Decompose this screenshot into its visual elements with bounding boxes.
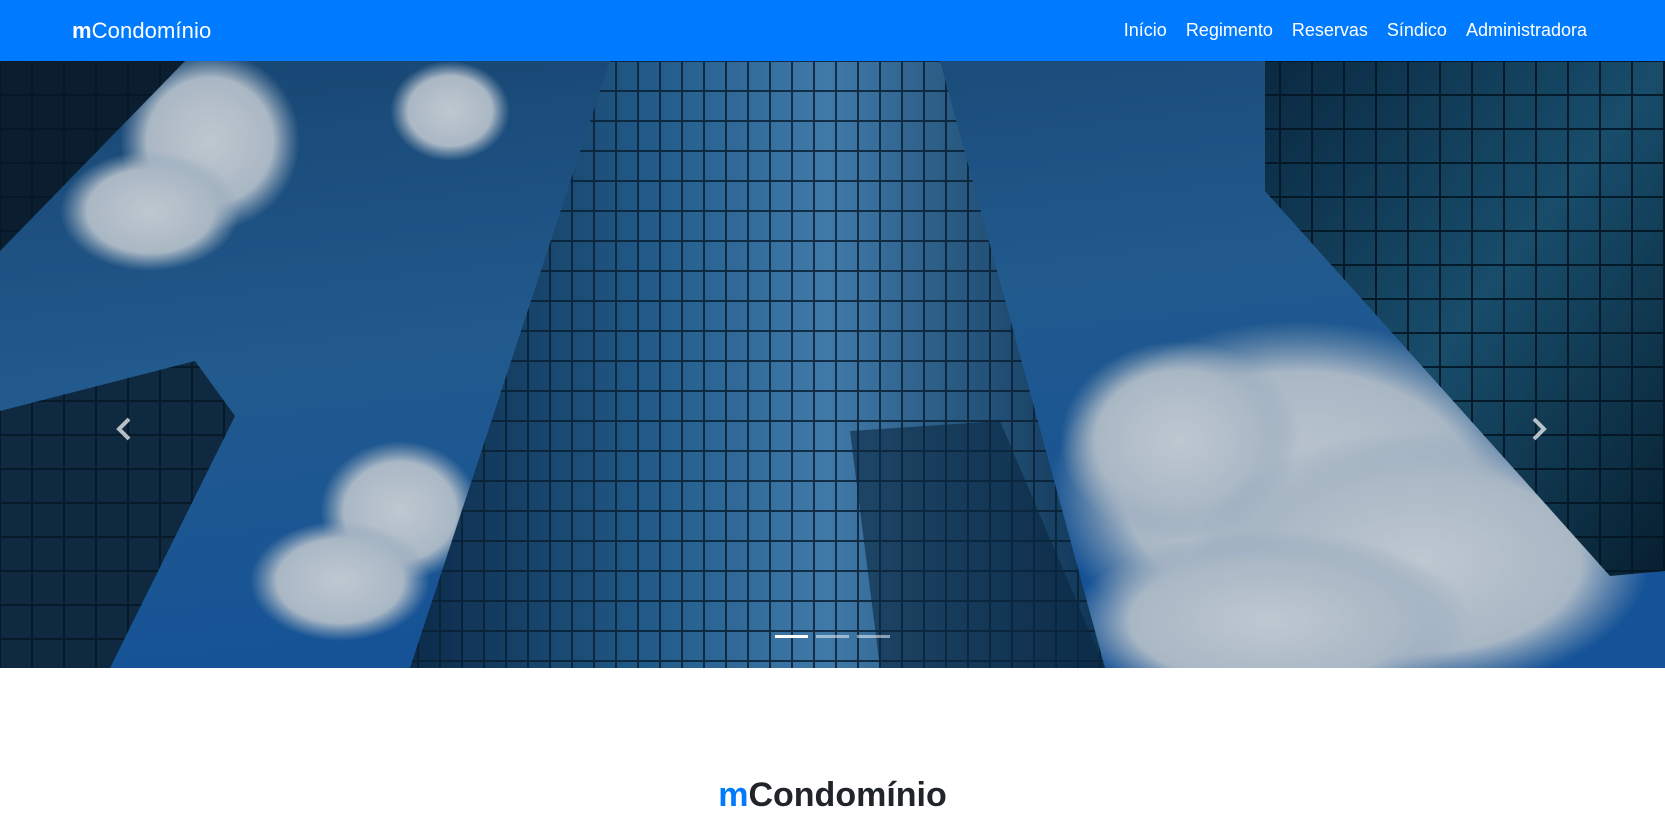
nav-link-reservas[interactable]: Reservas (1292, 20, 1368, 41)
section-title-rest: Condomínio (748, 776, 947, 814)
carousel-slide-image (0, 61, 1665, 668)
brand-prefix: m (72, 17, 92, 43)
carousel-indicator-2[interactable] (816, 635, 849, 638)
carousel-indicator-3[interactable] (857, 635, 890, 638)
carousel-indicators (0, 635, 1665, 638)
brand-logo[interactable]: mCondomínio (72, 18, 211, 44)
nav-link-administradora[interactable]: Administradora (1466, 20, 1587, 41)
nav-link-regimento[interactable]: Regimento (1186, 20, 1273, 41)
chevron-left-icon (116, 417, 131, 441)
section-title: mCondomínio (0, 776, 1665, 815)
top-navbar: mCondomínio Início Regimento Reservas Sí… (0, 0, 1665, 61)
nav-links: Início Regimento Reservas Síndico Admini… (1124, 20, 1587, 41)
carousel-prev-button[interactable] (104, 409, 144, 449)
hero-carousel (0, 61, 1665, 668)
carousel-next-button[interactable] (1519, 409, 1559, 449)
brand-name: Condomínio (91, 17, 212, 43)
nav-link-inicio[interactable]: Início (1124, 20, 1167, 41)
section-title-prefix: m (718, 776, 749, 814)
chevron-right-icon (1532, 417, 1547, 441)
carousel-indicator-1[interactable] (775, 635, 808, 638)
nav-link-sindico[interactable]: Síndico (1387, 20, 1447, 41)
